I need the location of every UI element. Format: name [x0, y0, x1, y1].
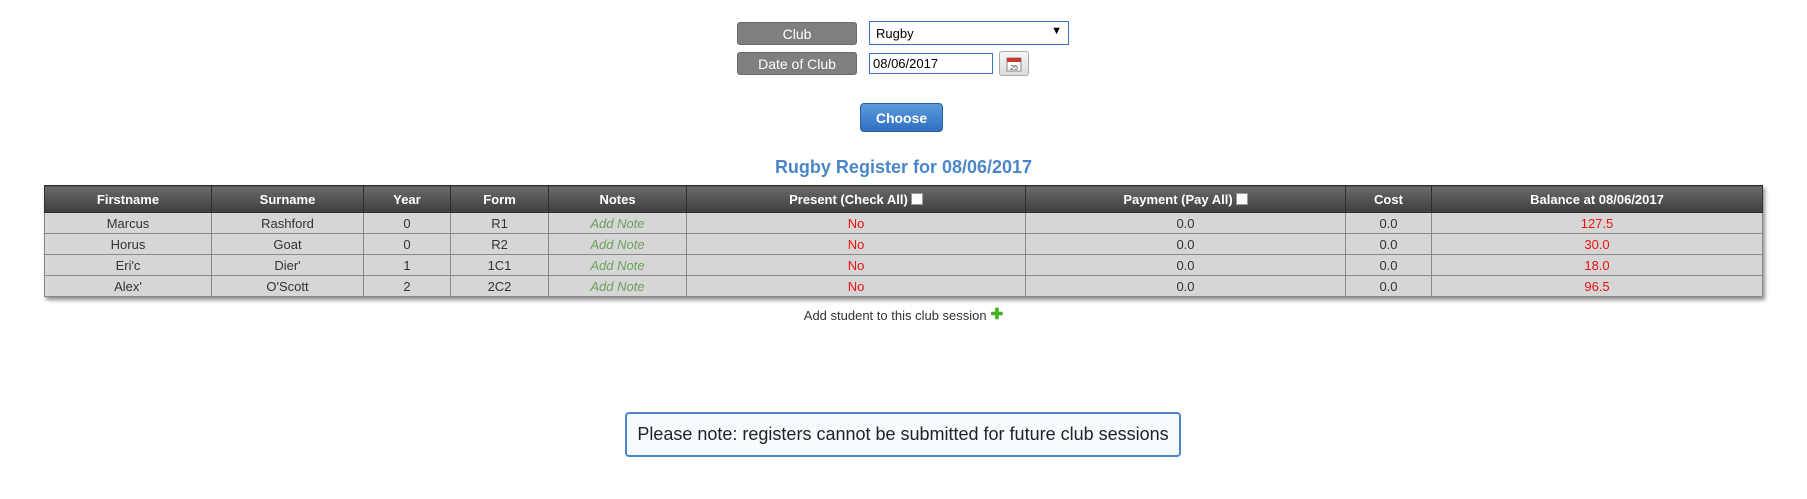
surname-cell: Goat [211, 233, 364, 255]
col-form: Form [450, 185, 549, 213]
calendar-day: 25 [1010, 65, 1018, 72]
cost-cell: 0.0 [1345, 212, 1432, 234]
payment-cell[interactable]: 0.0 [1025, 275, 1346, 297]
col-notes: Notes [548, 185, 687, 213]
year-cell: 2 [363, 275, 451, 297]
table-row: Marcus Rashford 0 R1 Add Note No 0.0 0.0… [44, 212, 1763, 234]
table-row: Alex' O'Scott 2 2C2 Add Note No 0.0 0.0 … [44, 275, 1763, 297]
form-cell: R2 [450, 233, 549, 255]
cost-cell: 0.0 [1345, 275, 1432, 297]
present-toggle[interactable]: No [686, 212, 1026, 234]
col-present: Present (Check All) [686, 185, 1026, 213]
date-input[interactable]: 08/06/2017 [869, 53, 993, 74]
cost-cell: 0.0 [1345, 233, 1432, 255]
present-toggle[interactable]: No [686, 254, 1026, 276]
col-firstname: Firstname [44, 185, 212, 213]
year-cell: 1 [363, 254, 451, 276]
future-session-notice: Please note: registers cannot be submitt… [625, 412, 1181, 457]
add-note-link[interactable]: Add Note [548, 212, 687, 234]
pay-all-checkbox[interactable] [1235, 192, 1248, 205]
add-note-link[interactable]: Add Note [548, 233, 687, 255]
table-header-row: Firstname Surname Year Form Notes Presen… [44, 185, 1763, 213]
present-toggle[interactable]: No [686, 233, 1026, 255]
year-cell: 0 [363, 212, 451, 234]
choose-button[interactable]: Choose [860, 103, 943, 132]
club-select[interactable]: Rugby ▼ [869, 21, 1069, 45]
form-cell: 2C2 [450, 275, 549, 297]
add-note-link[interactable]: Add Note [548, 254, 687, 276]
surname-cell: Rashford [211, 212, 364, 234]
balance-cell: 96.5 [1431, 275, 1763, 297]
table-row: Horus Goat 0 R2 Add Note No 0.0 0.0 30.0 [44, 233, 1763, 255]
date-input-value: 08/06/2017 [873, 56, 939, 71]
club-label: Club [737, 22, 857, 45]
surname-cell: O'Scott [211, 275, 364, 297]
firstname-cell: Horus [44, 233, 212, 255]
club-select-value: Rugby [876, 25, 914, 41]
add-student: Add student to this club session ✚ [0, 305, 1807, 323]
date-label: Date of Club [737, 52, 857, 75]
cost-cell: 0.0 [1345, 254, 1432, 276]
col-present-label: Present (Check All) [789, 191, 908, 207]
col-balance: Balance at 08/06/2017 [1431, 185, 1763, 213]
payment-cell[interactable]: 0.0 [1025, 212, 1346, 234]
register-table: Firstname Surname Year Form Notes Presen… [44, 185, 1763, 297]
calendar-button[interactable]: 25 [999, 51, 1029, 76]
payment-cell[interactable]: 0.0 [1025, 233, 1346, 255]
table-row: Eri'c Dier' 1 1C1 Add Note No 0.0 0.0 18… [44, 254, 1763, 276]
col-surname: Surname [211, 185, 364, 213]
firstname-cell: Alex' [44, 275, 212, 297]
add-student-label: Add student to this club session [803, 308, 987, 323]
date-row: Date of Club [737, 52, 857, 75]
register-title: Rugby Register for 08/06/2017 [774, 157, 1033, 177]
calendar-icon: 25 [1006, 57, 1022, 72]
col-cost: Cost [1345, 185, 1432, 213]
balance-cell: 30.0 [1431, 233, 1763, 255]
dropdown-arrow-icon: ▼ [1051, 25, 1062, 37]
form-cell: R1 [450, 212, 549, 234]
add-note-link[interactable]: Add Note [548, 275, 687, 297]
form-cell: 1C1 [450, 254, 549, 276]
year-cell: 0 [363, 233, 451, 255]
firstname-cell: Eri'c [44, 254, 212, 276]
add-student-plus-icon[interactable]: ✚ [991, 306, 1004, 323]
payment-cell[interactable]: 0.0 [1025, 254, 1346, 276]
balance-cell: 127.5 [1431, 212, 1763, 234]
firstname-cell: Marcus [44, 212, 212, 234]
col-payment-label: Payment (Pay All) [1123, 191, 1233, 207]
present-toggle[interactable]: No [686, 275, 1026, 297]
club-row: Club [737, 22, 857, 45]
balance-cell: 18.0 [1431, 254, 1763, 276]
col-year: Year [363, 185, 451, 213]
surname-cell: Dier' [211, 254, 364, 276]
col-payment: Payment (Pay All) [1025, 185, 1346, 213]
check-all-checkbox[interactable] [910, 192, 923, 205]
